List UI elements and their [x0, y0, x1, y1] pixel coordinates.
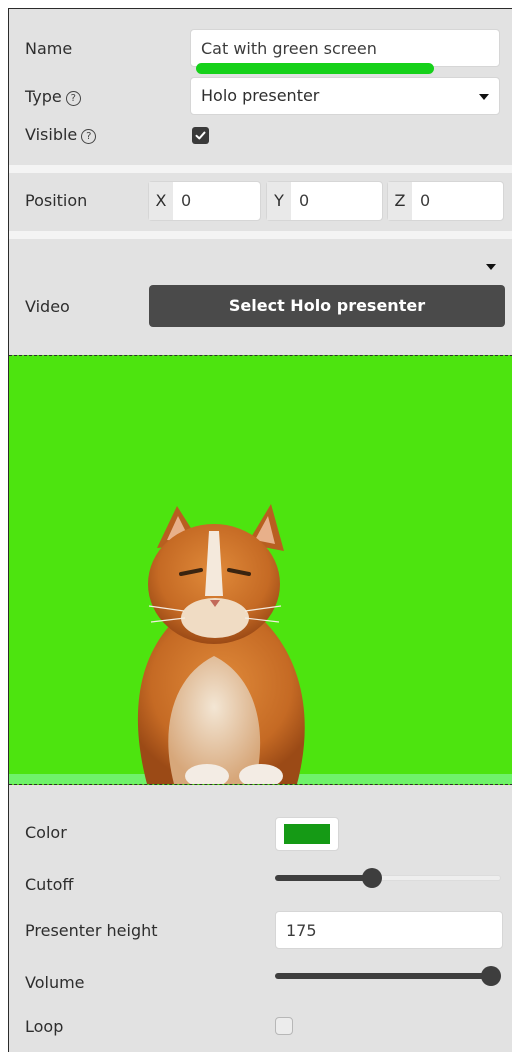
position-label: Position	[25, 191, 88, 210]
y-value: 0	[299, 191, 310, 210]
position-x-field[interactable]: X 0	[148, 181, 261, 221]
section-divider	[9, 165, 512, 173]
type-select[interactable]: Holo presenter	[190, 77, 500, 115]
help-icon[interactable]: ?	[81, 129, 97, 144]
object-section: Name Type? Holo presenter Visible?	[9, 9, 512, 165]
volume-label: Volume	[25, 973, 85, 992]
position-y-field[interactable]: Y 0	[266, 181, 383, 221]
cutoff-slider-thumb[interactable]	[362, 868, 382, 888]
section-divider	[9, 231, 512, 239]
volume-slider-thumb[interactable]	[481, 966, 501, 986]
position-z-field[interactable]: Z 0	[387, 181, 504, 221]
cutoff-slider[interactable]	[275, 867, 501, 891]
cutoff-slider-fill	[275, 875, 372, 881]
cutoff-label: Cutoff	[25, 875, 74, 894]
loop-label: Loop	[25, 1017, 64, 1036]
x-value: 0	[181, 191, 192, 210]
checkmark-icon	[195, 131, 206, 140]
video-preview	[9, 355, 512, 785]
color-swatch[interactable]	[275, 817, 339, 851]
select-holo-presenter-button[interactable]: Select Holo presenter	[149, 285, 505, 327]
presenter-height-input[interactable]	[275, 911, 503, 949]
name-label: Name	[25, 39, 73, 58]
help-icon[interactable]: ?	[65, 91, 81, 106]
x-axis-label: X	[149, 182, 173, 220]
type-label-text: Type	[25, 87, 62, 106]
volume-slider[interactable]	[275, 965, 501, 989]
loop-checkbox[interactable]	[275, 1017, 293, 1035]
color-label: Color	[25, 823, 67, 842]
presenter-height-label: Presenter height	[25, 921, 158, 940]
y-axis-label: Y	[267, 182, 291, 220]
cat-image	[9, 504, 512, 784]
type-select-value: Holo presenter	[201, 86, 320, 105]
properties-panel: Name Type? Holo presenter Visible? Posit…	[8, 8, 512, 1052]
z-value: 0	[420, 191, 431, 210]
chevron-down-icon	[479, 94, 489, 100]
visible-label: Visible?	[25, 125, 97, 144]
color-swatch-fill	[284, 824, 330, 844]
position-section: Position X 0 Y 0 Z 0	[9, 173, 512, 231]
visible-label-text: Visible	[25, 125, 78, 144]
name-input[interactable]	[190, 29, 500, 67]
collapse-caret-icon[interactable]	[486, 264, 496, 270]
video-label: Video	[25, 297, 70, 316]
volume-slider-fill	[275, 973, 491, 979]
name-input-highlight	[196, 63, 434, 74]
visible-checkbox[interactable]	[192, 127, 209, 144]
z-axis-label: Z	[388, 182, 412, 220]
type-label: Type?	[25, 87, 81, 106]
